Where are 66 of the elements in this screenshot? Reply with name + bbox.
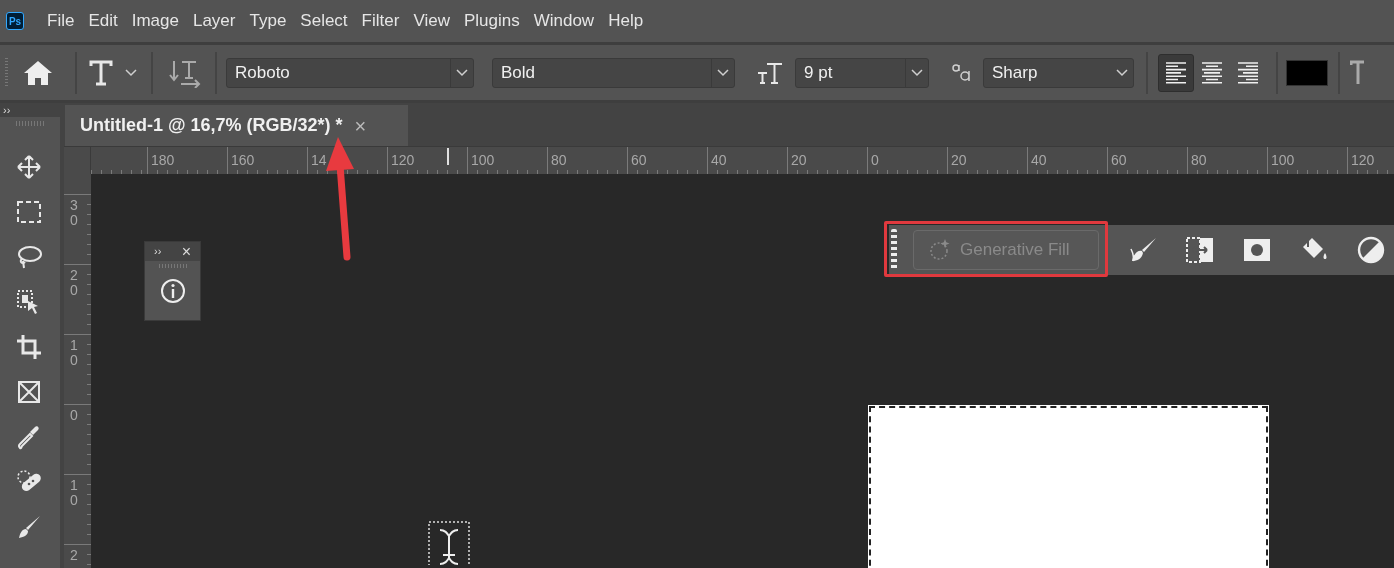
- caret-icon: [911, 68, 923, 77]
- anti-aliasing-icon: [951, 62, 973, 83]
- font-size-icon: [757, 60, 783, 85]
- info-icon[interactable]: [159, 278, 186, 304]
- menu-item[interactable]: Plugins: [456, 8, 527, 34]
- menu-item[interactable]: Edit: [81, 8, 125, 34]
- text-color-swatch[interactable]: [1286, 59, 1328, 86]
- ruler-label: 100: [1271, 153, 1295, 167]
- ruler-label: 0: [70, 408, 79, 424]
- adjustment-layer-icon[interactable]: [1356, 235, 1386, 265]
- ruler-label: 100: [471, 153, 495, 167]
- menu-item[interactable]: Filter: [354, 8, 407, 34]
- align-left-icon: [1163, 59, 1189, 86]
- anti-aliasing-dropdown[interactable]: Sharp: [983, 57, 1134, 88]
- transform-selection-icon[interactable]: [1185, 235, 1215, 265]
- caret-icon: [456, 68, 468, 77]
- menu-item[interactable]: Help: [601, 8, 651, 34]
- ruler-label: 10: [70, 338, 79, 369]
- menu-item[interactable]: Type: [242, 8, 294, 34]
- font-family-dropdown[interactable]: Roboto: [226, 57, 474, 88]
- ruler-label: 60: [1111, 153, 1127, 167]
- panel-collapse-button[interactable]: ››: [154, 246, 162, 257]
- close-tab-button[interactable]: ×: [354, 115, 367, 136]
- ruler-label: 2: [70, 548, 79, 564]
- text-tool-icon[interactable]: [89, 59, 113, 86]
- menu-item[interactable]: View: [406, 8, 457, 34]
- caret-icon: [717, 68, 729, 77]
- ruler-label: 40: [1031, 153, 1047, 167]
- font-style-dropdown[interactable]: Bold: [492, 57, 735, 88]
- ruler-label: 20: [791, 153, 807, 167]
- ruler-label: 80: [1191, 153, 1207, 167]
- align-left-button[interactable]: [1158, 53, 1194, 92]
- app-logo: Ps: [6, 12, 24, 30]
- ruler-label: 180: [151, 153, 175, 167]
- menu-item[interactable]: Window: [526, 8, 602, 34]
- ruler-label: 14: [311, 153, 327, 167]
- cursor-position-marker: [447, 148, 449, 165]
- panel-close-button[interactable]: ×: [181, 243, 191, 260]
- collapse-toggle[interactable]: ››: [0, 104, 11, 116]
- text-cursor-icon: [428, 521, 470, 565]
- sparkle-icon: [929, 238, 951, 262]
- ruler-label: 10: [70, 478, 79, 509]
- ruler-label: 40: [711, 153, 727, 167]
- ruler-label: 160: [231, 153, 255, 167]
- ruler-label: 30: [70, 198, 79, 229]
- menu-item[interactable]: Select: [293, 8, 355, 34]
- warp-text-icon[interactable]: [1350, 59, 1364, 86]
- ruler-label: 0: [871, 153, 879, 167]
- ruler-label: 120: [391, 153, 415, 167]
- align-right-icon: [1235, 59, 1261, 86]
- menu-item[interactable]: Image: [124, 8, 186, 34]
- ruler-label: 60: [631, 153, 647, 167]
- caret-icon: [1116, 68, 1128, 77]
- ruler-label: 120: [1351, 153, 1375, 167]
- caret-icon[interactable]: [125, 68, 137, 77]
- ruler-label: 20: [70, 268, 79, 299]
- ruler-label: 20: [951, 153, 967, 167]
- font-size-dropdown[interactable]: 9 pt: [795, 57, 929, 88]
- drag-handle[interactable]: [891, 229, 897, 271]
- menu-item[interactable]: File: [40, 8, 82, 34]
- ruler-label: 80: [551, 153, 567, 167]
- crop-tool-icon[interactable]: [16, 334, 44, 362]
- home-icon[interactable]: [23, 59, 53, 86]
- document-tab[interactable]: Untitled-1 @ 16,7% (RGB/32*) * ×: [65, 105, 408, 146]
- align-center-icon: [1199, 59, 1225, 86]
- menu-item[interactable]: Layer: [185, 8, 243, 34]
